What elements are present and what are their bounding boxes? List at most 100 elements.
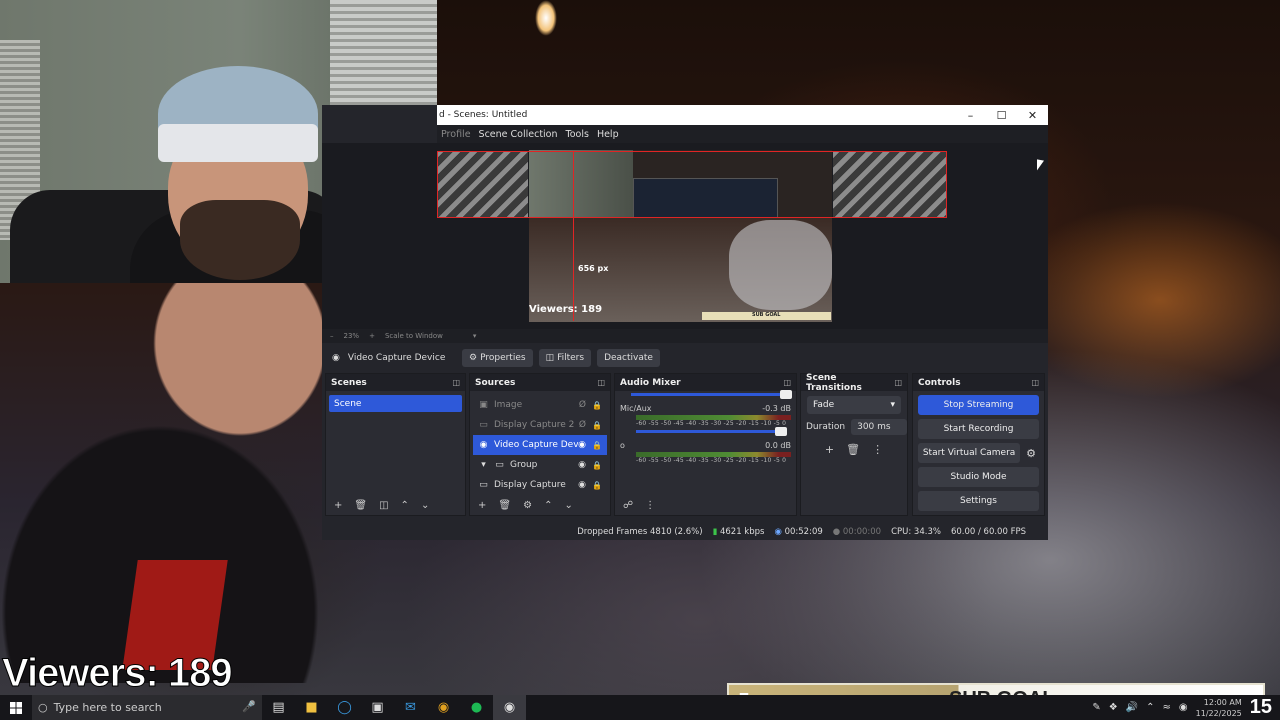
eye-icon[interactable]: ◉ xyxy=(578,460,586,470)
close-icon[interactable]: ✕ xyxy=(1017,105,1048,125)
preview-viewers: Viewers: 189 xyxy=(529,304,603,315)
obs-taskbar-icon[interactable]: ◉ xyxy=(493,695,526,720)
viewers-overlay: Viewers: 189 xyxy=(2,651,234,696)
clock-time: 12:00 AM xyxy=(1203,697,1242,707)
source-row[interactable]: ▾ ▭ Group ◉ 🔒 xyxy=(470,455,610,475)
chevron-up-icon[interactable]: ⌃ xyxy=(1146,702,1154,713)
bluetooth-icon[interactable]: ❖ xyxy=(1109,702,1118,713)
filters-label: Filters xyxy=(557,353,585,363)
minimize-icon[interactable]: – xyxy=(955,105,986,125)
gear-icon[interactable]: ⚙ xyxy=(1026,447,1036,460)
trash-icon[interactable]: 🗑 xyxy=(354,500,367,511)
clock[interactable]: 12:00 AM 11/22/2025 xyxy=(1196,697,1242,719)
down-icon[interactable]: ⌄ xyxy=(564,500,572,511)
channel-db: -0.3 dB xyxy=(762,404,791,413)
up-icon[interactable]: ⌃ xyxy=(401,500,409,511)
lock-icon[interactable]: 🔒 xyxy=(592,441,602,450)
beard xyxy=(180,200,300,280)
source-row[interactable]: ▭ Display Capture ◉ 🔒 xyxy=(470,475,610,495)
start-recording-button[interactable]: Start Recording xyxy=(918,419,1039,439)
chrome-icon[interactable]: ◉ xyxy=(427,695,460,720)
eye-hidden-icon[interactable]: Ø xyxy=(579,400,586,410)
add-icon[interactable]: + xyxy=(478,500,486,511)
notification-count[interactable]: 15 xyxy=(1250,696,1272,719)
eye-icon[interactable]: ◉ xyxy=(578,440,586,450)
trash-icon[interactable]: 🗑 xyxy=(498,500,511,511)
transition-select[interactable]: Fade ▾ xyxy=(807,396,901,414)
source-row-selected[interactable]: ◉ Video Capture Dev ◉ 🔒 xyxy=(473,435,607,455)
properties-button[interactable]: ⚙ Properties xyxy=(462,349,533,367)
spotify-icon[interactable]: ● xyxy=(460,695,493,720)
volume-fader[interactable] xyxy=(636,427,787,436)
file-explorer-icon[interactable]: ■ xyxy=(295,695,328,720)
duration-input[interactable]: 300 ms xyxy=(851,419,907,435)
zoom-level: 23% xyxy=(343,332,360,340)
volume-icon[interactable]: 🔊 xyxy=(1126,702,1138,713)
down-icon[interactable]: ⌄ xyxy=(421,500,429,511)
duration-label: Duration xyxy=(806,422,846,432)
menu-bar: Profile Scene Collection Tools Help xyxy=(437,125,1048,143)
menu-scene-collection[interactable]: Scene Collection xyxy=(475,129,562,140)
mouse-cursor xyxy=(1037,159,1044,172)
source-row[interactable]: ▣ Image Ø 🔒 xyxy=(470,395,610,415)
windows-taskbar: ○ Type here to search 🎤 ▤ ■ ◯ ▣ ✉ ◉ ● ◉ … xyxy=(0,695,1280,720)
eye-hidden-icon[interactable]: Ø xyxy=(579,420,586,430)
gear-icon[interactable]: ⚙ xyxy=(523,500,532,511)
studio-mode-button[interactable]: Studio Mode xyxy=(918,467,1039,487)
menu-help[interactable]: Help xyxy=(593,129,623,140)
zoom-in-icon[interactable]: + xyxy=(369,332,375,340)
start-virtual-camera-button[interactable]: Start Virtual Camera xyxy=(918,443,1021,463)
obs-titlebar[interactable]: d - Scenes: Untitled – ☐ ✕ xyxy=(437,105,1048,125)
window-title: d - Scenes: Untitled xyxy=(439,110,528,120)
maximize-icon[interactable]: ☐ xyxy=(986,105,1017,125)
popout-icon[interactable]: ◫ xyxy=(894,378,902,387)
store-icon[interactable]: ▣ xyxy=(361,695,394,720)
mixer-channel: o 0.0 dB -60 -55 -50 -45 -40 -35 -30 -25… xyxy=(615,435,796,466)
popout-icon[interactable]: ◫ xyxy=(597,378,605,387)
filter-icon: ◫ xyxy=(545,353,555,363)
deactivate-button[interactable]: Deactivate xyxy=(597,349,660,367)
settings-button[interactable]: Settings xyxy=(918,491,1039,511)
up-icon[interactable]: ⌃ xyxy=(544,500,552,511)
chevron-down-icon[interactable]: ▾ xyxy=(478,460,489,470)
bitrate: 4621 kbps xyxy=(719,526,765,537)
gear-icon: ⚙ xyxy=(469,353,478,363)
lock-icon[interactable]: 🔒 xyxy=(592,461,602,470)
edge-icon[interactable]: ◯ xyxy=(328,695,361,720)
eye-icon[interactable]: ◉ xyxy=(578,480,586,490)
more-icon[interactable]: ⋮ xyxy=(872,443,883,456)
chevron-down-icon[interactable]: ▾ xyxy=(473,332,477,340)
stop-streaming-button[interactable]: Stop Streaming xyxy=(918,395,1039,415)
more-icon[interactable]: ⋮ xyxy=(645,500,655,511)
trash-icon[interactable]: 🗑 xyxy=(846,443,860,456)
menu-profile[interactable]: Profile xyxy=(437,129,475,140)
meter-scale: -60 -55 -50 -45 -40 -35 -30 -25 -20 -15 … xyxy=(636,420,787,427)
task-view-icon[interactable]: ▤ xyxy=(262,695,295,720)
microphone-icon[interactable]: 🎤 xyxy=(242,700,256,713)
pen-icon[interactable]: ✎ xyxy=(1092,702,1100,713)
mail-icon[interactable]: ✉ xyxy=(394,695,427,720)
lock-icon[interactable]: 🔒 xyxy=(592,481,602,490)
wifi-icon[interactable]: ≈ xyxy=(1163,702,1171,713)
windows-start-icon[interactable] xyxy=(0,695,32,720)
popout-icon[interactable]: ◫ xyxy=(452,378,460,387)
camera-icon[interactable]: ◉ xyxy=(1179,702,1188,713)
search-icon: ○ xyxy=(38,701,48,714)
add-icon[interactable]: + xyxy=(825,443,834,456)
taskbar-search[interactable]: ○ Type here to search 🎤 xyxy=(32,695,262,720)
scene-item[interactable]: Scene xyxy=(329,395,462,412)
popout-icon[interactable]: ◫ xyxy=(783,378,791,387)
filters-button[interactable]: ◫ Filters xyxy=(538,349,592,367)
source-row[interactable]: ▭ Display Capture 2 Ø 🔒 xyxy=(470,415,610,435)
filter-icon[interactable]: ◫ xyxy=(379,500,388,511)
selection-box[interactable] xyxy=(437,151,947,218)
lock-icon[interactable]: 🔒 xyxy=(592,401,602,410)
menu-tools[interactable]: Tools xyxy=(562,129,593,140)
popout-icon[interactable]: ◫ xyxy=(1031,378,1039,387)
lock-icon[interactable]: 🔒 xyxy=(592,421,602,430)
link-icon[interactable]: ☍ xyxy=(623,500,633,511)
scale-mode[interactable]: Scale to Window xyxy=(385,332,443,340)
zoom-out-icon[interactable]: – xyxy=(330,332,334,340)
properties-label: Properties xyxy=(480,353,526,363)
add-icon[interactable]: + xyxy=(334,500,342,511)
